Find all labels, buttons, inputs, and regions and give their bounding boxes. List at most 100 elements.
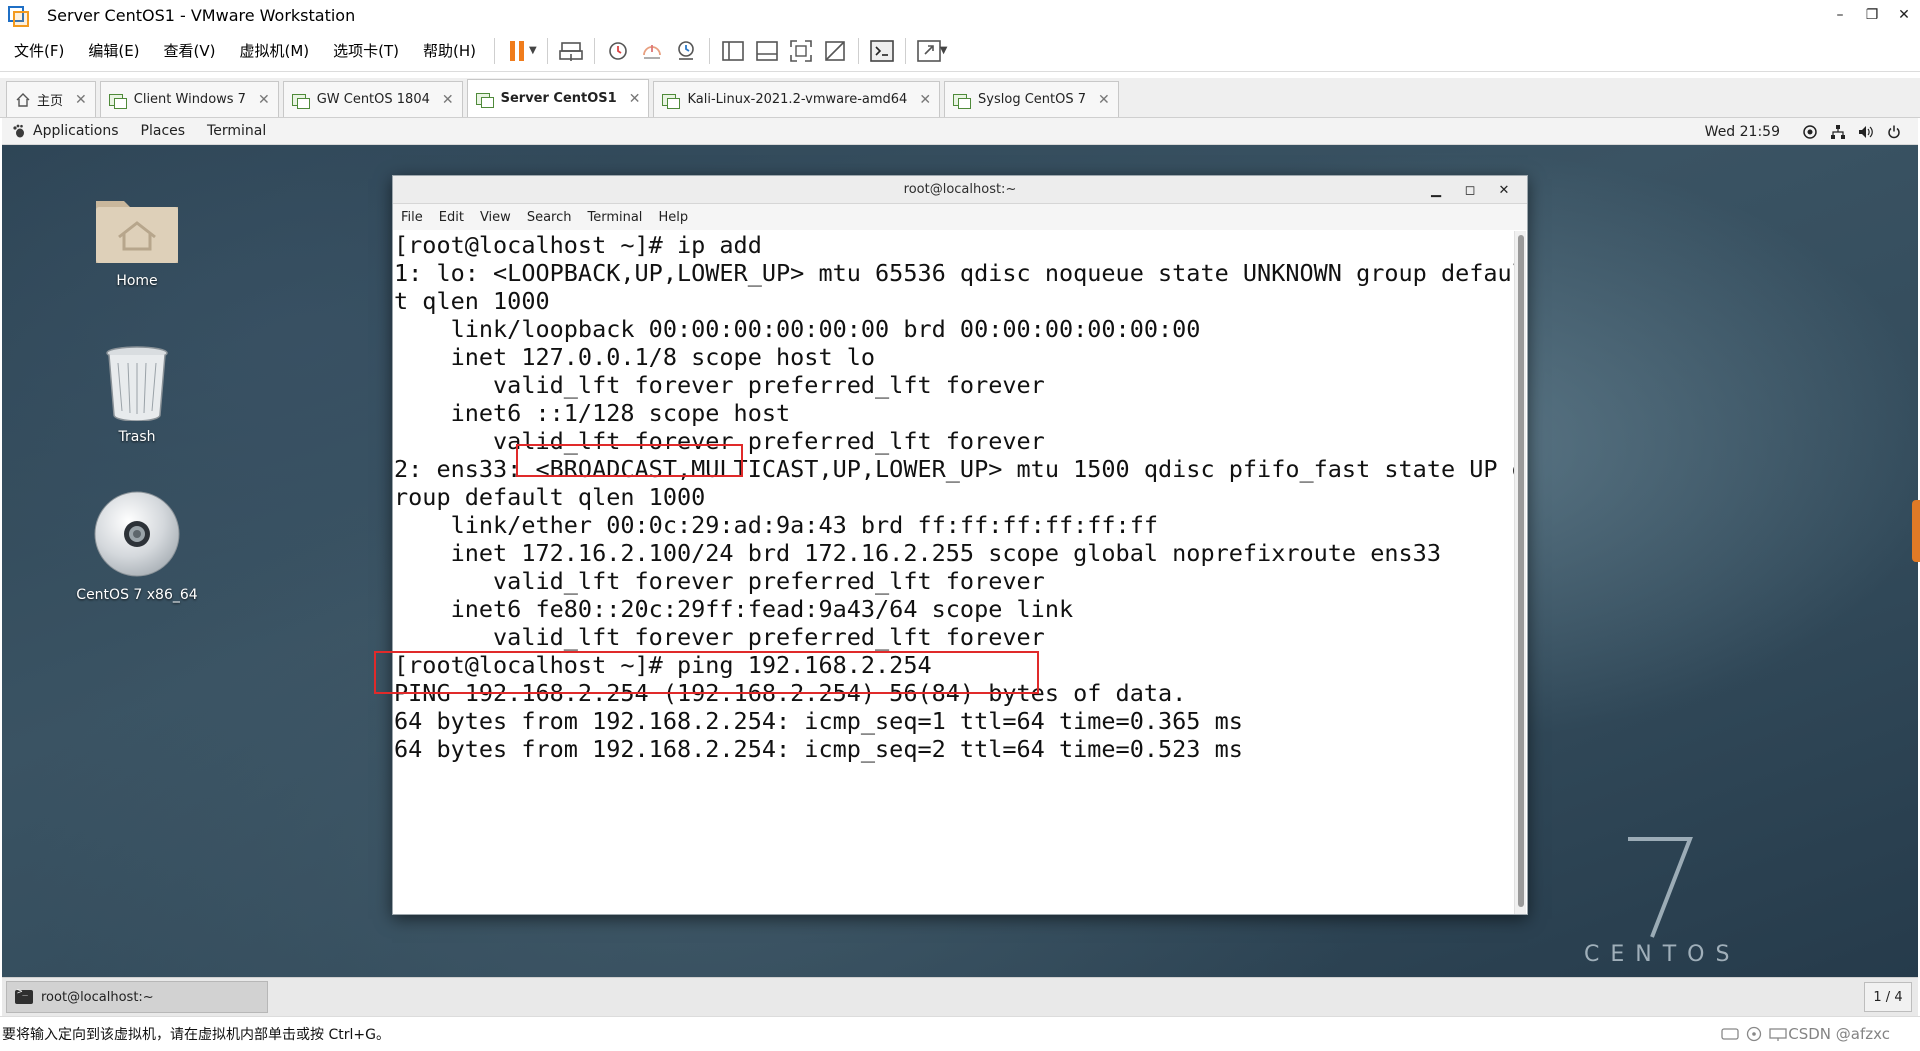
power-icon[interactable]: [1880, 125, 1908, 139]
pause-icon: [510, 40, 525, 61]
desktop-icon-label: CentOS 7 x86_64: [76, 587, 198, 603]
terminal-line: 1: lo: <LOOPBACK,UP,LOWER_UP> mtu 65536 …: [394, 259, 1514, 287]
gnome-window-list: root@localhost:~ 1 / 4: [2, 977, 1918, 1016]
terminal-line: inet6 ::1/128 scope host: [394, 399, 791, 427]
desktop-icon-centos-media[interactable]: CentOS 7 x86_64: [67, 489, 207, 603]
fullscreen-button[interactable]: [784, 34, 818, 68]
terminal-menu-terminal[interactable]: Terminal: [587, 210, 642, 225]
tab-syslog-centos-7[interactable]: Syslog CentOS 7 ✕: [944, 81, 1119, 117]
fullscreen-icon: [789, 39, 812, 62]
unity-mode-button[interactable]: [818, 34, 852, 68]
tab-close-icon[interactable]: ✕: [258, 92, 270, 108]
stretch-icon: [916, 39, 941, 62]
terminal-scrollbar-thumb[interactable]: [1518, 235, 1524, 907]
home-icon: [16, 92, 30, 107]
tab-server-centos1[interactable]: Server CentOS1 ✕: [466, 79, 650, 117]
vm-icon: [662, 92, 681, 109]
restore-button[interactable]: ❐: [1856, 0, 1888, 30]
vm-icon: [108, 92, 127, 109]
terminal-app-menu[interactable]: Terminal: [207, 123, 266, 139]
minimize-button[interactable]: –: [1824, 0, 1856, 30]
tab-label: Client Windows 7: [133, 92, 246, 107]
tab-kali-linux[interactable]: Kali-Linux-2021.2-vmware-amd64 ✕: [653, 81, 941, 117]
terminal-menu-view[interactable]: View: [480, 210, 511, 225]
tab-close-icon[interactable]: ✕: [919, 92, 931, 108]
view-sidebar-button[interactable]: [716, 34, 750, 68]
snapshot-manager-icon: [677, 40, 694, 60]
snapshot-button[interactable]: [601, 34, 635, 68]
tab-label: Kali-Linux-2021.2-vmware-amd64: [687, 92, 908, 107]
terminal-menu-bar: File Edit View Search Terminal Help: [393, 204, 1527, 230]
clock[interactable]: Wed 21:59: [1705, 124, 1780, 140]
guest-desktop[interactable]: Home Trash CentOS 7 x86_64 CENTOS root@l…: [2, 145, 1918, 977]
send-ctrl-alt-del-button[interactable]: [554, 34, 588, 68]
terminal-window[interactable]: root@localhost:~ ▁ ◻ ✕ File Edit View Se…: [392, 175, 1528, 915]
vm-icon: [953, 92, 972, 109]
network-adapter-icon[interactable]: [1766, 1025, 1790, 1043]
terminal-window-controls: ▁ ◻ ✕: [1419, 176, 1521, 204]
tab-label: Syslog CentOS 7: [978, 92, 1087, 107]
console-icon: [869, 39, 894, 62]
terminal-menu-file[interactable]: File: [401, 210, 423, 225]
menu-view[interactable]: 查看(V): [152, 30, 228, 72]
terminal-title-bar[interactable]: root@localhost:~ ▁ ◻ ✕: [393, 176, 1527, 204]
menu-file[interactable]: 文件(F): [2, 30, 76, 72]
tab-client-windows-7[interactable]: Client Windows 7 ✕: [99, 81, 279, 117]
terminal-menu-help[interactable]: Help: [658, 210, 688, 225]
toolbar-separator: [593, 37, 595, 64]
input-grab-hint: 要将输入定向到该虚拟机，请在虚拟机内部单击或按 Ctrl+G。: [2, 1027, 390, 1043]
desktop-icon-home[interactable]: Home: [67, 189, 207, 289]
terminal-line: inet 127.0.0.1/8 scope host lo: [394, 343, 876, 371]
terminal-line: link/loopback 00:00:00:00:00:00 brd 00:0…: [394, 315, 1201, 343]
pause-dropdown-icon[interactable]: ▼: [529, 45, 537, 56]
volume-icon[interactable]: [1852, 125, 1880, 139]
view-thumbnail-button[interactable]: [750, 34, 784, 68]
accessibility-icon[interactable]: [1796, 124, 1824, 139]
menu-vm[interactable]: 虚拟机(M): [228, 30, 322, 72]
terminal-line: [root@localhost ~]# ping 192.168.2.254: [394, 651, 932, 679]
tab-close-icon[interactable]: ✕: [629, 91, 641, 107]
desktop-icon-label: Trash: [118, 429, 156, 445]
stretch-dropdown-icon[interactable]: ▼: [940, 45, 948, 56]
tab-close-icon[interactable]: ✕: [75, 92, 87, 108]
workspace-indicator[interactable]: 1 / 4: [1864, 982, 1912, 1012]
revert-snapshot-button[interactable]: [635, 34, 669, 68]
terminal-close-button[interactable]: ✕: [1487, 183, 1521, 198]
tab-gw-centos-1804[interactable]: GW CentOS 1804 ✕: [282, 81, 463, 117]
terminal-maximize-button[interactable]: ◻: [1453, 183, 1487, 198]
terminal-menu-search[interactable]: Search: [527, 210, 572, 225]
centos-wordmark: CENTOS: [1584, 942, 1741, 967]
tab-home[interactable]: 主页 ✕: [6, 81, 96, 117]
desktop-icon-trash[interactable]: Trash: [67, 345, 207, 445]
terminal-scrollbar[interactable]: [1514, 231, 1526, 914]
centos-seven-logo: [1628, 837, 1693, 938]
places-menu[interactable]: Places: [141, 123, 186, 139]
terminal-line: inet 172.16.2.100/24 brd 172.16.2.255 sc…: [394, 539, 1441, 567]
terminal-output[interactable]: [root@localhost ~]# ip add 1: lo: <LOOPB…: [394, 231, 1514, 914]
tab-close-icon[interactable]: ✕: [442, 92, 454, 108]
system-status-menu[interactable]: [1796, 124, 1908, 139]
terminal-menu-edit[interactable]: Edit: [439, 210, 464, 225]
snapshot-manager-button[interactable]: [669, 34, 703, 68]
close-button[interactable]: ✕: [1888, 0, 1920, 30]
terminal-line: valid_lft forever preferred_lft forever: [394, 567, 1045, 595]
taskbar-item-terminal[interactable]: root@localhost:~: [6, 981, 268, 1013]
terminal-line: PING 192.168.2.254 (192.168.2.254) 56(84…: [394, 679, 1187, 707]
menu-edit[interactable]: 编辑(E): [76, 30, 151, 72]
hard-disk-icon[interactable]: [1718, 1025, 1742, 1043]
menu-tabs[interactable]: 选项卡(T): [321, 30, 411, 72]
network-icon[interactable]: [1824, 124, 1852, 139]
terminal-line: valid_lft forever preferred_lft forever: [394, 623, 1045, 651]
revert-snapshot-icon: [642, 44, 661, 59]
terminal-line: link/ether 00:0c:29:ad:9a:43 brd ff:ff:f…: [394, 511, 1159, 539]
menu-help[interactable]: 帮助(H): [411, 30, 488, 72]
host-status-bar: 要将输入定向到该虚拟机，请在虚拟机内部单击或按 Ctrl+G。 CSDN @af…: [0, 1016, 1920, 1051]
terminal-minimize-button[interactable]: ▁: [1419, 183, 1453, 198]
side-panel-handle[interactable]: [1912, 500, 1920, 562]
vmware-logo-icon: [7, 5, 29, 27]
cd-rom-icon[interactable]: [1742, 1025, 1766, 1043]
tab-close-icon[interactable]: ✕: [1098, 92, 1110, 108]
trash-icon: [106, 346, 168, 421]
console-view-button[interactable]: [865, 34, 899, 68]
applications-menu[interactable]: Applications: [12, 123, 141, 139]
